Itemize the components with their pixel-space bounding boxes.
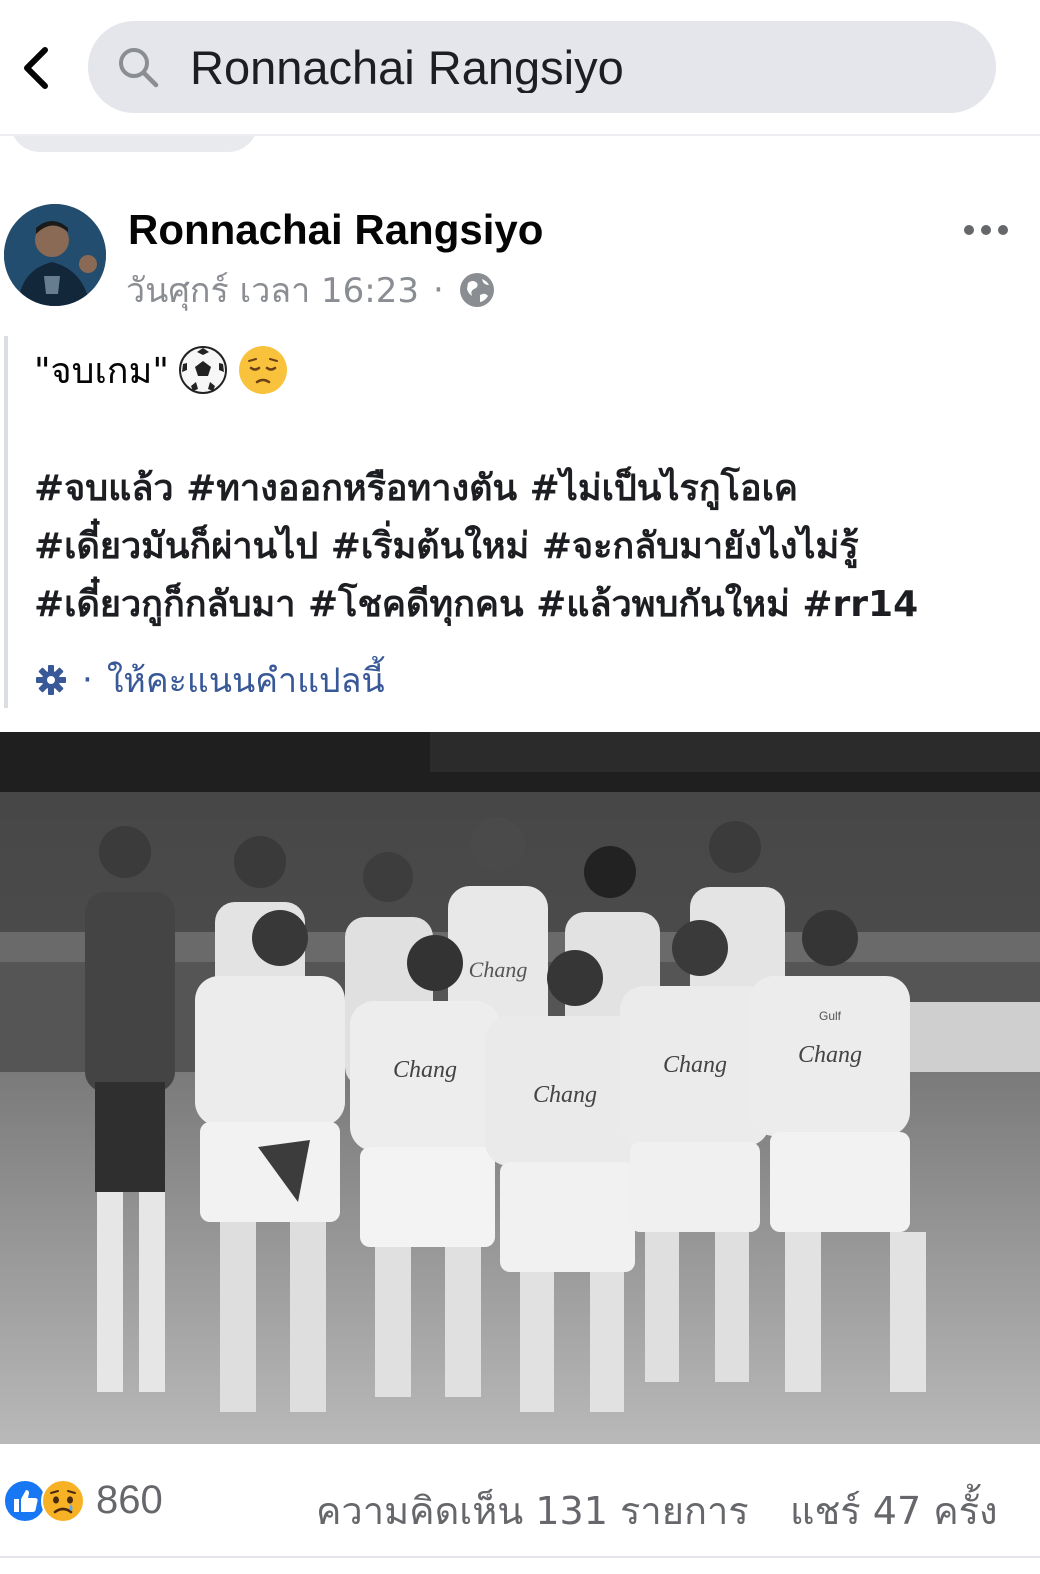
jersey-sponsor: Chang xyxy=(469,957,528,982)
reaction-count[interactable]: 860 xyxy=(96,1478,163,1523)
reaction-icons[interactable] xyxy=(2,1478,86,1524)
hashtag[interactable]: #ทางออกหรือทางตัน xyxy=(186,468,517,509)
gear-icon xyxy=(36,665,66,695)
caption-quote-bar xyxy=(4,336,8,708)
shares-count[interactable]: แชร์ 47 ครั้ง xyxy=(790,1480,998,1541)
hashtag[interactable]: #แล้วพบกันใหม่ xyxy=(536,584,790,625)
svg-text:Chang: Chang xyxy=(393,1057,457,1083)
hashtag[interactable]: #ไม่เป็นไรกูโอเค xyxy=(530,468,798,509)
svg-text:Chang: Chang xyxy=(663,1052,727,1078)
hashtag[interactable]: #rr14 xyxy=(802,584,918,625)
sad-reaction-icon xyxy=(41,1479,85,1523)
globe-icon xyxy=(459,273,494,307)
hashtag[interactable]: #จะกลับมายังไงไม่รู้ xyxy=(542,526,859,567)
meta-separator: · xyxy=(433,270,444,310)
search-bar[interactable] xyxy=(88,21,996,113)
translate-separator: · xyxy=(82,660,93,700)
rate-translation-link[interactable]: ให้คะแนนคำแปลนี้ xyxy=(107,653,385,707)
post-photo[interactable]: Chang Chang Chang Chang Chang Gulf xyxy=(0,732,1040,1444)
svg-text:Chang: Chang xyxy=(798,1042,862,1068)
svg-text:Chang: Chang xyxy=(533,1082,597,1108)
back-button[interactable] xyxy=(8,38,64,98)
pensive-face-icon xyxy=(238,346,287,394)
hashtag[interactable]: #เดี๋ยวกูก็กลับมา xyxy=(34,584,295,625)
post-author[interactable]: Ronnachai Rangsiyo xyxy=(128,206,543,254)
caption-text: "จบเกม" xyxy=(34,350,169,392)
post-timestamp[interactable]: วันศุกร์ เวลา 16:23 xyxy=(126,263,419,317)
avatar[interactable] xyxy=(4,204,106,306)
soccer-ball-icon xyxy=(178,346,227,394)
more-icon xyxy=(964,225,1008,235)
rate-translation[interactable]: · ให้คะแนนคำแปลนี้ xyxy=(34,652,385,708)
divider xyxy=(0,1556,1040,1558)
post-footer: 860 ความคิดเห็น 131 รายการ แชร์ 47 ครั้ง xyxy=(0,1470,1040,1536)
more-options-button[interactable] xyxy=(958,206,1014,254)
post-meta: วันศุกร์ เวลา 16:23 · xyxy=(126,268,496,312)
search-input[interactable] xyxy=(190,41,970,93)
chevron-left-icon xyxy=(24,47,48,89)
post-caption: "จบเกม" xyxy=(34,342,289,398)
search-icon xyxy=(119,48,159,88)
comments-count[interactable]: ความคิดเห็น 131 รายการ xyxy=(316,1480,749,1541)
hashtag[interactable]: #จบแล้ว xyxy=(34,468,174,509)
search-header xyxy=(0,0,1040,136)
hashtag[interactable]: #โชคดีทุกคน xyxy=(308,584,524,625)
hashtag-list: #จบแล้ว #ทางออกหรือทางตัน #ไม่เป็นไรกูโอ… xyxy=(34,460,1024,634)
jersey-gulf: Gulf xyxy=(819,1009,842,1023)
hashtag[interactable]: #เดี๋ยวมันก็ผ่านไป xyxy=(34,526,318,567)
hashtag[interactable]: #เริ่มต้นใหม่ xyxy=(331,526,530,567)
